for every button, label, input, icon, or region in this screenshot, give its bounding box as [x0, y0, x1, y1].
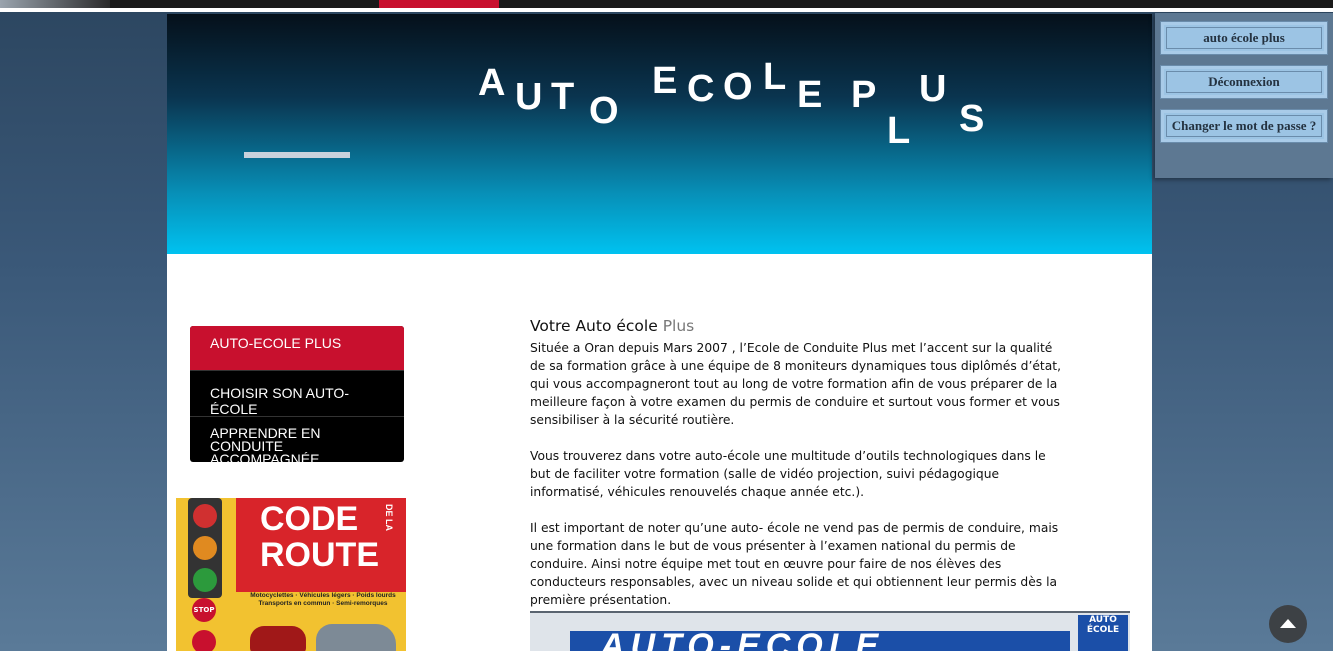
- storefront-sign-text: AUTO-ECOLE: [600, 627, 885, 651]
- poster-subtitle: Motocyclettes · Véhicules légers · Poids…: [250, 592, 396, 607]
- article-paragraph: Située a Oran depuis Mars 2007 , l’Ecole…: [530, 341, 1062, 427]
- poster-title-block: CODE ROUTE DE LA: [236, 498, 406, 592]
- motorcycle-image: [250, 626, 306, 651]
- logo-letter: L: [763, 56, 787, 98]
- logout-button-label: Déconnexion: [1166, 71, 1322, 93]
- storefront-photo: AUTO-ECOLE AUTO ÉCOLE: [530, 611, 1130, 651]
- no-entry-sign-icon: [192, 630, 216, 651]
- site-home-button[interactable]: auto école plus: [1160, 21, 1328, 55]
- logo-letter: S: [959, 98, 985, 140]
- change-password-button[interactable]: Changer le mot de passe ?: [1160, 109, 1328, 143]
- traffic-light-red: [193, 504, 217, 528]
- poster-title-de-la: DE LA: [384, 504, 394, 531]
- menu-item-conduite-accompagnee[interactable]: APPRENDRE EN CONDUITE ACCOMPAGNÉE: [190, 417, 404, 462]
- code-de-la-route-poster[interactable]: CODE ROUTE DE LA Motocyclettes · Véhicul…: [176, 498, 406, 651]
- logo-letter: O: [589, 90, 619, 132]
- logout-button[interactable]: Déconnexion: [1160, 65, 1328, 99]
- logo-letter: E: [652, 60, 678, 102]
- logo-letter: L: [887, 110, 911, 152]
- poster-title-route: ROUTE: [260, 536, 379, 574]
- account-side-panel: auto école plus Déconnexion Changer le m…: [1155, 13, 1333, 178]
- traffic-light-green: [193, 568, 217, 592]
- header-banner: AUTOECOLEPLUS: [167, 14, 1152, 254]
- article-paragraph: Il est important de noter qu’une auto- é…: [530, 521, 1059, 607]
- scroll-to-top-button[interactable]: [1269, 605, 1307, 643]
- traffic-light-icon: [188, 498, 222, 598]
- change-password-button-label: Changer le mot de passe ?: [1166, 115, 1322, 137]
- car-image: [316, 624, 396, 651]
- logo-letter: T: [551, 76, 575, 118]
- logo-letter: C: [687, 68, 715, 110]
- top-strip-accent: [379, 0, 499, 8]
- page-container: AUTOECOLEPLUS AUTO-ECOLE PLUS CHOISIR SO…: [167, 14, 1152, 651]
- storefront-corner-sign: AUTO ÉCOLE: [1078, 615, 1128, 651]
- chevron-up-icon: [1280, 619, 1296, 628]
- poster-title-code: CODE: [260, 500, 359, 538]
- article: Votre Auto école Plus Située a Oran depu…: [530, 317, 1070, 627]
- article-paragraph: Vous trouverez dans votre auto-école une…: [530, 449, 1046, 499]
- logo-letter: O: [723, 66, 753, 108]
- menu-item-auto-ecole-plus[interactable]: AUTO-ECOLE PLUS: [190, 326, 404, 371]
- logo-letter: U: [919, 68, 947, 110]
- logo-letter: U: [515, 76, 543, 118]
- article-title-main: Votre Auto école: [530, 317, 658, 335]
- logo-letter: P: [851, 74, 877, 116]
- stop-sign-icon: STOP: [192, 598, 216, 622]
- article-title: Votre Auto école Plus: [530, 317, 1070, 335]
- logo-letter: E: [797, 74, 823, 116]
- top-strip-line: [0, 8, 1333, 12]
- article-title-accent: Plus: [662, 317, 695, 335]
- top-strip-fade: [0, 0, 110, 8]
- top-strip: [0, 0, 1333, 12]
- logo-letter: A: [478, 62, 506, 104]
- menu-item-choisir-auto-ecole[interactable]: CHOISIR SON AUTO-ÉCOLE: [190, 371, 404, 417]
- banner-decorative-bar: [244, 152, 350, 158]
- main-menu: AUTO-ECOLE PLUS CHOISIR SON AUTO-ÉCOLE A…: [190, 326, 404, 462]
- traffic-light-amber: [193, 536, 217, 560]
- site-home-button-label: auto école plus: [1166, 27, 1322, 49]
